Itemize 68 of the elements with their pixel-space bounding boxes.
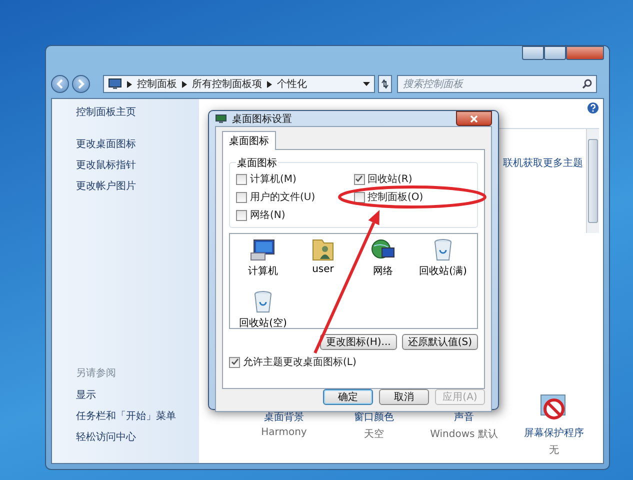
forward-button[interactable]: [72, 75, 90, 93]
dialog-app-icon: [215, 114, 227, 124]
setting-link[interactable]: 窗口颜色: [354, 410, 394, 424]
sidebar-heading: 另请参阅: [76, 366, 116, 380]
monitor-icon: [108, 78, 122, 90]
checkbox[interactable]: [229, 356, 240, 368]
theme-link[interactable]: 联机获取更多主题: [503, 156, 583, 233]
breadcrumb-item[interactable]: 个性化: [277, 77, 307, 91]
checkbox-label[interactable]: 网络(N): [250, 208, 286, 222]
checkbox[interactable]: [236, 192, 247, 202]
refresh-button[interactable]: [378, 75, 392, 93]
minimize-button[interactable]: [522, 46, 544, 60]
checkbox[interactable]: [236, 174, 247, 184]
sidebar-link[interactable]: 轻松访问中心: [76, 430, 136, 444]
search-field[interactable]: 搜索控制面板: [397, 75, 597, 93]
setting-value: 无: [549, 444, 559, 457]
recycle-bin-icon[interactable]: [252, 290, 274, 314]
setting-value: Harmony: [261, 427, 307, 438]
checkbox-label[interactable]: 允许主题更改桌面图标(L): [243, 355, 356, 369]
dialog-button[interactable]: 取消: [379, 389, 429, 405]
maximize-button[interactable]: [544, 46, 566, 60]
checkbox[interactable]: [236, 210, 247, 220]
sidebar-link[interactable]: 更改帐户图片: [76, 179, 136, 193]
dialog-button[interactable]: 更改图标(H)...: [320, 334, 397, 350]
group-title: 桌面图标: [236, 156, 278, 170]
icon-label[interactable]: 计算机: [248, 264, 278, 278]
search-icon: [582, 79, 592, 89]
user-folder-icon[interactable]: [310, 238, 336, 262]
chevron-icon[interactable]: [267, 80, 272, 88]
close-button[interactable]: [456, 111, 492, 126]
dialog-button[interactable]: 还原默认值(S): [402, 334, 478, 350]
checkbox-label[interactable]: 控制面板(O): [368, 190, 424, 204]
sidebar-link[interactable]: 更改桌面图标: [76, 137, 136, 151]
sidebar-link[interactable]: 控制面板主页: [76, 105, 136, 119]
dropdown-arrow-icon[interactable]: [363, 82, 370, 86]
setting-value: Windows 默认: [430, 428, 498, 441]
tab[interactable]: 桌面图标: [222, 131, 276, 150]
sidebar-link[interactable]: 显示: [76, 388, 96, 402]
refresh-icon: [380, 79, 390, 89]
scrollbar[interactable]: [586, 129, 599, 233]
chevron-icon[interactable]: [182, 80, 187, 88]
setting-link[interactable]: 屏幕保护程序: [524, 426, 584, 440]
dialog-title: 桌面图标设置: [232, 112, 292, 126]
computer-icon[interactable]: [250, 238, 276, 262]
breadcrumb-item[interactable]: 所有控制面板项: [192, 77, 262, 91]
setting-link[interactable]: 声音: [454, 410, 474, 424]
checkbox-label[interactable]: 回收站(R): [368, 172, 412, 186]
icon-label[interactable]: 回收站(空): [239, 316, 287, 330]
checkbox[interactable]: [354, 174, 364, 184]
checkbox-label[interactable]: 计算机(M): [250, 172, 296, 186]
recycle-bin-icon[interactable]: [432, 238, 454, 262]
address-bar[interactable]: 控制面板 所有控制面板项 个性化: [103, 75, 375, 93]
help-icon[interactable]: [587, 102, 599, 114]
checkbox-label[interactable]: 用户的文件(U): [250, 190, 316, 204]
chevron-icon[interactable]: [127, 80, 132, 88]
setting-link[interactable]: 桌面背景: [264, 410, 304, 424]
checkbox[interactable]: [354, 192, 364, 202]
icon-list[interactable]: 计算机 user 网络 回收站(满) 回收站(空): [229, 233, 478, 329]
icon-label[interactable]: 网络: [373, 264, 393, 278]
breadcrumb-item[interactable]: 控制面板: [137, 77, 177, 91]
setting-value: 天空: [364, 428, 384, 441]
back-button[interactable]: [51, 75, 69, 93]
sidebar-link[interactable]: 更改鼠标指针: [76, 158, 136, 172]
icon-label[interactable]: user: [312, 264, 334, 275]
sidebar-link[interactable]: 任务栏和「开始」菜单: [76, 409, 176, 423]
dialog-button[interactable]: 确定: [323, 389, 373, 405]
icon-label[interactable]: 回收站(满): [419, 264, 467, 278]
close-icon: [470, 114, 478, 122]
